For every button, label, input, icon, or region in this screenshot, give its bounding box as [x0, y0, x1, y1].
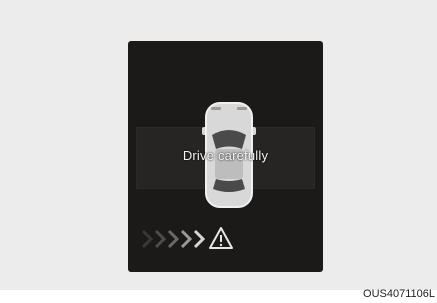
chevron-arrows-icon [141, 229, 205, 249]
figure-code: OUS4071106L [363, 288, 435, 300]
warning-triangle-icon [209, 227, 233, 249]
cluster-display: Drive carefully [128, 41, 323, 272]
message-text: Drive carefully [182, 148, 269, 163]
